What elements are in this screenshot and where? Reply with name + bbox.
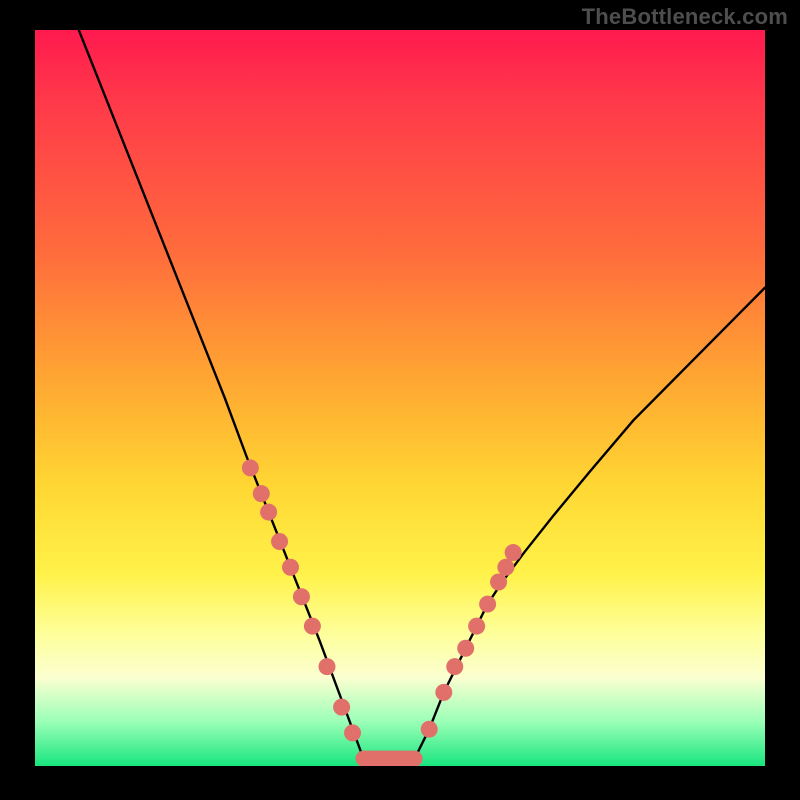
marker-layer xyxy=(242,459,522,741)
marker-right-dots xyxy=(457,640,474,657)
marker-left-dots xyxy=(253,485,270,502)
marker-right-dots xyxy=(435,684,452,701)
marker-right-dots xyxy=(421,721,438,738)
marker-left-dots xyxy=(271,533,288,550)
plot-area xyxy=(35,30,765,766)
chart-frame: TheBottleneck.com xyxy=(0,0,800,800)
marker-right-dots xyxy=(490,574,507,591)
watermark-text: TheBottleneck.com xyxy=(582,4,788,30)
chart-svg xyxy=(35,30,765,766)
marker-right-dots xyxy=(497,559,514,576)
series-right-branch xyxy=(415,288,765,759)
marker-right-dots xyxy=(446,658,463,675)
marker-left-dots xyxy=(344,724,361,741)
marker-left-dots xyxy=(304,618,321,635)
marker-right-dots xyxy=(479,596,496,613)
marker-left-dots xyxy=(293,588,310,605)
marker-left-dots xyxy=(282,559,299,576)
marker-left-dots xyxy=(260,504,277,521)
marker-right-dots xyxy=(505,544,522,561)
marker-left-dots xyxy=(319,658,336,675)
marker-left-dots xyxy=(333,699,350,716)
marker-right-dots xyxy=(468,618,485,635)
line-layer xyxy=(79,30,765,759)
series-left-branch xyxy=(79,30,364,759)
marker-left-dots xyxy=(242,459,259,476)
